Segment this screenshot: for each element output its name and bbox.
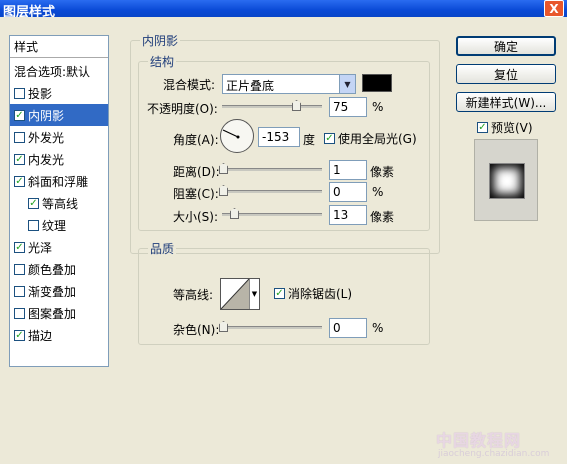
- style-item-pattern-overlay[interactable]: 图案叠加: [10, 302, 108, 324]
- angle-dial[interactable]: [220, 119, 254, 153]
- contour-label: 等高线:: [173, 288, 214, 302]
- size-input[interactable]: 13: [329, 205, 367, 225]
- choke-input[interactable]: 0: [329, 182, 367, 202]
- checkbox[interactable]: [14, 285, 25, 297]
- checkmark-icon[interactable]: ✓: [324, 133, 335, 144]
- style-item-label: 描边: [28, 328, 53, 343]
- inner-shadow-legend: 内阴影: [140, 32, 181, 49]
- angle-input[interactable]: -153: [258, 127, 300, 147]
- blend-mode-value: 正片叠底: [226, 79, 275, 93]
- contour-picker[interactable]: ▼: [220, 278, 260, 310]
- checkbox[interactable]: [14, 307, 25, 319]
- angle-label: 角度(A):: [173, 133, 219, 147]
- style-item-blending-options[interactable]: 混合选项:默认: [10, 60, 108, 82]
- ok-button[interactable]: 确定: [456, 36, 556, 56]
- style-item-drop-shadow[interactable]: 投影: [10, 82, 108, 104]
- size-label: 大小(S):: [173, 210, 219, 224]
- style-item-label: 斜面和浮雕: [28, 174, 89, 189]
- choke-label: 阻塞(C):: [173, 187, 219, 201]
- quality-legend: 品质: [148, 240, 177, 257]
- noise-label: 杂色(N):: [173, 323, 220, 337]
- style-item-label: 等高线: [42, 196, 79, 211]
- new-style-button[interactable]: 新建样式(W)...: [456, 92, 556, 112]
- checkbox[interactable]: [28, 219, 39, 231]
- checkbox[interactable]: ✓: [14, 241, 25, 253]
- checkmark-icon[interactable]: ✓: [477, 122, 488, 133]
- distance-label: 距离(D):: [173, 165, 220, 179]
- style-preview: [474, 139, 538, 221]
- opacity-slider[interactable]: [222, 105, 322, 108]
- angle-unit: 度: [303, 133, 316, 147]
- style-item-satin[interactable]: ✓ 光泽: [10, 236, 108, 258]
- style-item-outer-glow[interactable]: 外发光: [10, 126, 108, 148]
- style-item-bevel-emboss[interactable]: ✓ 斜面和浮雕: [10, 170, 108, 192]
- style-item-label: 图案叠加: [28, 306, 77, 321]
- style-item-gradient-overlay[interactable]: 渐变叠加: [10, 280, 108, 302]
- reset-button[interactable]: 复位: [456, 64, 556, 84]
- style-item-contour[interactable]: ✓ 等高线: [10, 192, 108, 214]
- choke-unit: %: [372, 185, 384, 199]
- checkbox[interactable]: ✓: [14, 175, 25, 187]
- style-item-label: 光泽: [28, 240, 53, 255]
- checkbox[interactable]: ✓: [14, 109, 25, 121]
- style-item-inner-glow[interactable]: ✓ 内发光: [10, 148, 108, 170]
- checkbox[interactable]: ✓: [14, 329, 25, 341]
- global-light-checkbox[interactable]: ✓ 使用全局光(G): [324, 130, 417, 147]
- style-item-inner-shadow[interactable]: ✓ 内阴影: [10, 104, 108, 126]
- preview-checkbox[interactable]: ✓ 预览(V): [477, 119, 533, 136]
- contour-curve-icon: [220, 278, 250, 310]
- style-item-label: 内发光: [28, 152, 65, 167]
- checkbox[interactable]: [14, 263, 25, 275]
- choke-slider[interactable]: [222, 190, 322, 193]
- opacity-input[interactable]: 75: [329, 97, 367, 117]
- style-item-label: 外发光: [28, 130, 65, 145]
- style-item-label: 混合选项:默认: [14, 64, 91, 79]
- noise-slider[interactable]: [222, 326, 322, 329]
- global-light-label: 使用全局光(G): [338, 132, 417, 146]
- blend-mode-select[interactable]: 正片叠底 ▼: [222, 74, 356, 94]
- checkbox[interactable]: ✓: [28, 197, 39, 209]
- noise-unit: %: [372, 321, 384, 335]
- title-bar: 图层样式 X: [0, 0, 567, 20]
- dialog-client: 样式 混合选项:默认 投影 ✓ 内阴影 外发光 ✓ 内发光 ✓ 斜面和浮雕 ✓ …: [0, 17, 567, 464]
- close-icon: X: [549, 1, 559, 16]
- style-item-label: 投影: [28, 86, 53, 101]
- style-list: 样式 混合选项:默认 投影 ✓ 内阴影 外发光 ✓ 内发光 ✓ 斜面和浮雕 ✓ …: [9, 35, 109, 367]
- preview-label: 预览(V): [491, 121, 533, 135]
- noise-input[interactable]: 0: [329, 318, 367, 338]
- preview-thumbnail: [490, 164, 524, 198]
- style-item-stroke[interactable]: ✓ 描边: [10, 324, 108, 346]
- chevron-down-icon: ▼: [339, 75, 355, 93]
- style-item-label: 纹理: [42, 218, 67, 233]
- distance-input[interactable]: 1: [329, 160, 367, 180]
- shadow-color-swatch[interactable]: [362, 74, 392, 92]
- style-item-color-overlay[interactable]: 颜色叠加: [10, 258, 108, 280]
- size-unit: 像素: [370, 210, 395, 224]
- distance-unit: 像素: [370, 165, 395, 179]
- checkbox[interactable]: [14, 131, 25, 143]
- opacity-unit: %: [372, 100, 384, 114]
- structure-legend: 结构: [148, 53, 177, 70]
- close-button[interactable]: X: [544, 0, 564, 17]
- style-item-label: 颜色叠加: [28, 262, 77, 277]
- blend-mode-label: 混合模式:: [163, 78, 216, 92]
- style-item-texture[interactable]: 纹理: [10, 214, 108, 236]
- chevron-down-icon: ▼: [249, 279, 259, 309]
- checkmark-icon[interactable]: ✓: [274, 288, 285, 299]
- opacity-label: 不透明度(O):: [147, 102, 218, 116]
- checkbox[interactable]: [14, 87, 25, 99]
- style-list-header: 样式: [10, 36, 108, 58]
- watermark-url: jiaocheng.chazidian.com: [438, 449, 550, 459]
- angle-needle-icon: [222, 129, 240, 139]
- style-item-label: 渐变叠加: [28, 284, 77, 299]
- distance-slider[interactable]: [222, 168, 322, 171]
- anti-alias-label: 消除锯齿(L): [288, 287, 353, 301]
- style-item-label: 内阴影: [28, 108, 65, 123]
- anti-alias-checkbox[interactable]: ✓ 消除锯齿(L): [274, 285, 352, 302]
- checkbox[interactable]: ✓: [14, 153, 25, 165]
